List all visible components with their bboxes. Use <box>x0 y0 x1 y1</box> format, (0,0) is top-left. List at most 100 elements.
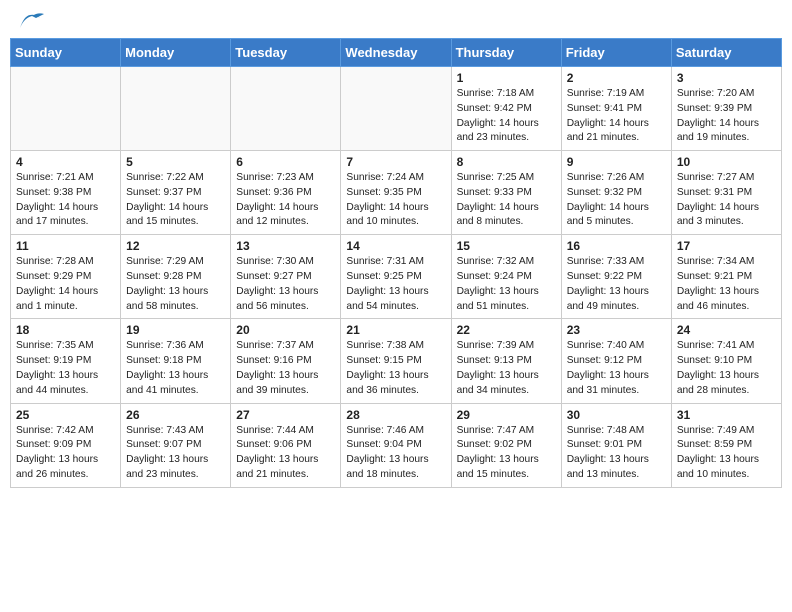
calendar-cell: 3 Sunrise: 7:20 AM Sunset: 9:39 PM Daylig… <box>671 67 781 151</box>
day-number: 27 <box>236 408 335 422</box>
calendar-cell: 10 Sunrise: 7:27 AM Sunset: 9:31 PM Dayli… <box>671 151 781 235</box>
calendar-cell: 11Sunrise: 7:28 AM Sunset: 9:29 PM Dayli… <box>11 235 121 319</box>
day-info: Sunrise: 7:36 AM Sunset: 9:18 PM Dayligh… <box>126 339 225 398</box>
day-header-sunday: Sunday <box>11 39 121 67</box>
day-number: 2 <box>567 71 666 85</box>
day-info: Sunrise: 7:21 AM Sunset: 9:38 PM Dayligh… <box>16 171 115 230</box>
calendar-cell: 24 Sunrise: 7:41 AM Sunset: 9:10 PM Dayli… <box>671 319 781 403</box>
calendar-week-row: 18Sunrise: 7:35 AM Sunset: 9:19 PM Dayli… <box>11 319 782 403</box>
day-number: 1 <box>457 71 556 85</box>
day-info: Sunrise: 7:24 AM Sunset: 9:35 PM Dayligh… <box>346 171 445 230</box>
day-info: Sunrise: 7:19 AM Sunset: 9:41 PM Dayligh… <box>567 87 666 146</box>
day-number: 4 <box>16 155 115 169</box>
calendar-week-row: 11Sunrise: 7:28 AM Sunset: 9:29 PM Dayli… <box>11 235 782 319</box>
day-number: 24 <box>677 323 776 337</box>
calendar-cell: 16 Sunrise: 7:33 AM Sunset: 9:22 PM Dayli… <box>561 235 671 319</box>
day-number: 23 <box>567 323 666 337</box>
day-info: Sunrise: 7:27 AM Sunset: 9:31 PM Dayligh… <box>677 171 776 230</box>
day-info: Sunrise: 7:34 AM Sunset: 9:21 PM Dayligh… <box>677 255 776 314</box>
day-header-wednesday: Wednesday <box>341 39 451 67</box>
calendar-cell: 31 Sunrise: 7:49 AM Sunset: 8:59 PM Dayli… <box>671 403 781 487</box>
day-number: 6 <box>236 155 335 169</box>
day-number: 15 <box>457 239 556 253</box>
day-number: 20 <box>236 323 335 337</box>
calendar-week-row: 4 Sunrise: 7:21 AM Sunset: 9:38 PM Daylig… <box>11 151 782 235</box>
day-info: Sunrise: 7:40 AM Sunset: 9:12 PM Dayligh… <box>567 339 666 398</box>
calendar-cell <box>11 67 121 151</box>
day-info: Sunrise: 7:26 AM Sunset: 9:32 PM Dayligh… <box>567 171 666 230</box>
day-info: Sunrise: 7:49 AM Sunset: 8:59 PM Dayligh… <box>677 424 776 483</box>
header <box>10 10 782 32</box>
calendar-cell: 13Sunrise: 7:30 AM Sunset: 9:27 PM Dayli… <box>231 235 341 319</box>
day-info: Sunrise: 7:30 AM Sunset: 9:27 PM Dayligh… <box>236 255 335 314</box>
calendar-cell: 18Sunrise: 7:35 AM Sunset: 9:19 PM Dayli… <box>11 319 121 403</box>
day-info: Sunrise: 7:48 AM Sunset: 9:01 PM Dayligh… <box>567 424 666 483</box>
calendar-cell: 14 Sunrise: 7:31 AM Sunset: 9:25 PM Dayli… <box>341 235 451 319</box>
calendar-cell: 25 Sunrise: 7:42 AM Sunset: 9:09 PM Dayli… <box>11 403 121 487</box>
day-info: Sunrise: 7:44 AM Sunset: 9:06 PM Dayligh… <box>236 424 335 483</box>
calendar-cell: 28 Sunrise: 7:46 AM Sunset: 9:04 PM Dayli… <box>341 403 451 487</box>
day-number: 18 <box>16 323 115 337</box>
calendar-cell: 20 Sunrise: 7:37 AM Sunset: 9:16 PM Dayli… <box>231 319 341 403</box>
calendar-week-row: 25 Sunrise: 7:42 AM Sunset: 9:09 PM Dayli… <box>11 403 782 487</box>
calendar-cell <box>121 67 231 151</box>
calendar-cell: 15 Sunrise: 7:32 AM Sunset: 9:24 PM Dayli… <box>451 235 561 319</box>
day-number: 3 <box>677 71 776 85</box>
day-info: Sunrise: 7:33 AM Sunset: 9:22 PM Dayligh… <box>567 255 666 314</box>
day-number: 8 <box>457 155 556 169</box>
calendar-cell: 6 Sunrise: 7:23 AM Sunset: 9:36 PM Daylig… <box>231 151 341 235</box>
day-info: Sunrise: 7:25 AM Sunset: 9:33 PM Dayligh… <box>457 171 556 230</box>
day-info: Sunrise: 7:47 AM Sunset: 9:02 PM Dayligh… <box>457 424 556 483</box>
day-info: Sunrise: 7:46 AM Sunset: 9:04 PM Dayligh… <box>346 424 445 483</box>
day-number: 5 <box>126 155 225 169</box>
day-info: Sunrise: 7:32 AM Sunset: 9:24 PM Dayligh… <box>457 255 556 314</box>
day-info: Sunrise: 7:43 AM Sunset: 9:07 PM Dayligh… <box>126 424 225 483</box>
day-header-monday: Monday <box>121 39 231 67</box>
calendar-cell: 21 Sunrise: 7:38 AM Sunset: 9:15 PM Dayli… <box>341 319 451 403</box>
day-info: Sunrise: 7:22 AM Sunset: 9:37 PM Dayligh… <box>126 171 225 230</box>
day-number: 12 <box>126 239 225 253</box>
day-info: Sunrise: 7:23 AM Sunset: 9:36 PM Dayligh… <box>236 171 335 230</box>
day-info: Sunrise: 7:41 AM Sunset: 9:10 PM Dayligh… <box>677 339 776 398</box>
day-number: 11 <box>16 239 115 253</box>
calendar-cell: 22 Sunrise: 7:39 AM Sunset: 9:13 PM Dayli… <box>451 319 561 403</box>
day-number: 16 <box>567 239 666 253</box>
calendar-week-row: 1 Sunrise: 7:18 AM Sunset: 9:42 PM Daylig… <box>11 67 782 151</box>
day-info: Sunrise: 7:38 AM Sunset: 9:15 PM Dayligh… <box>346 339 445 398</box>
day-info: Sunrise: 7:31 AM Sunset: 9:25 PM Dayligh… <box>346 255 445 314</box>
day-number: 26 <box>126 408 225 422</box>
logo <box>14 10 44 32</box>
day-info: Sunrise: 7:20 AM Sunset: 9:39 PM Dayligh… <box>677 87 776 146</box>
calendar-cell: 7 Sunrise: 7:24 AM Sunset: 9:35 PM Daylig… <box>341 151 451 235</box>
day-number: 14 <box>346 239 445 253</box>
calendar-cell: 1 Sunrise: 7:18 AM Sunset: 9:42 PM Daylig… <box>451 67 561 151</box>
day-header-saturday: Saturday <box>671 39 781 67</box>
day-info: Sunrise: 7:39 AM Sunset: 9:13 PM Dayligh… <box>457 339 556 398</box>
day-number: 7 <box>346 155 445 169</box>
day-info: Sunrise: 7:42 AM Sunset: 9:09 PM Dayligh… <box>16 424 115 483</box>
day-header-friday: Friday <box>561 39 671 67</box>
logo-bird-icon <box>16 10 44 32</box>
calendar-cell: 30 Sunrise: 7:48 AM Sunset: 9:01 PM Dayli… <box>561 403 671 487</box>
day-header-thursday: Thursday <box>451 39 561 67</box>
calendar-cell: 27 Sunrise: 7:44 AM Sunset: 9:06 PM Dayli… <box>231 403 341 487</box>
day-number: 10 <box>677 155 776 169</box>
calendar-cell: 4 Sunrise: 7:21 AM Sunset: 9:38 PM Daylig… <box>11 151 121 235</box>
calendar-cell: 2 Sunrise: 7:19 AM Sunset: 9:41 PM Daylig… <box>561 67 671 151</box>
calendar-cell: 17 Sunrise: 7:34 AM Sunset: 9:21 PM Dayli… <box>671 235 781 319</box>
day-number: 17 <box>677 239 776 253</box>
day-info: Sunrise: 7:18 AM Sunset: 9:42 PM Dayligh… <box>457 87 556 146</box>
day-info: Sunrise: 7:37 AM Sunset: 9:16 PM Dayligh… <box>236 339 335 398</box>
day-number: 22 <box>457 323 556 337</box>
calendar-cell: 19 Sunrise: 7:36 AM Sunset: 9:18 PM Dayli… <box>121 319 231 403</box>
calendar-header-row: SundayMondayTuesdayWednesdayThursdayFrid… <box>11 39 782 67</box>
day-number: 30 <box>567 408 666 422</box>
calendar-cell: 12Sunrise: 7:29 AM Sunset: 9:28 PM Dayli… <box>121 235 231 319</box>
day-number: 19 <box>126 323 225 337</box>
day-number: 28 <box>346 408 445 422</box>
day-number: 31 <box>677 408 776 422</box>
day-number: 21 <box>346 323 445 337</box>
day-number: 25 <box>16 408 115 422</box>
calendar-cell: 8 Sunrise: 7:25 AM Sunset: 9:33 PM Daylig… <box>451 151 561 235</box>
calendar-cell: 29Sunrise: 7:47 AM Sunset: 9:02 PM Dayli… <box>451 403 561 487</box>
